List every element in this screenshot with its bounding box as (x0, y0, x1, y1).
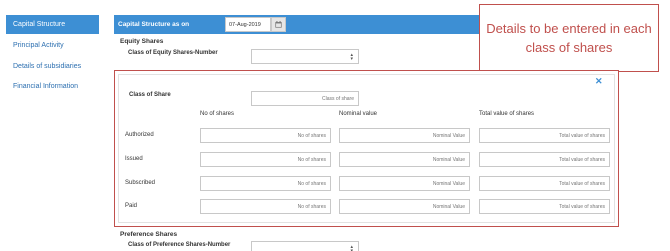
date-input[interactable] (225, 17, 271, 32)
calendar-icon (275, 21, 282, 28)
close-icon[interactable]: ✕ (595, 76, 603, 87)
number-spinner-icon[interactable]: ▴ ▾ (350, 53, 353, 62)
authorized-no-of-shares-input[interactable] (200, 128, 331, 143)
equity-class-number-input[interactable]: ▴ ▾ (251, 49, 359, 64)
column-header-no-of-shares: No of shares (200, 111, 235, 117)
issued-nominal-value-input[interactable] (339, 152, 470, 167)
equity-class-label: Class of Equity Shares-Number (128, 50, 218, 56)
column-header-nominal-value: Nominal value (339, 111, 378, 117)
paid-nominal-value-input[interactable] (339, 199, 470, 214)
header-title: Capital Structure as on (118, 21, 190, 28)
sidebar: Capital Structure Principal Activity Det… (0, 0, 106, 251)
paid-total-value-input[interactable] (479, 199, 610, 214)
preference-class-label: Class of Preference Shares-Number (128, 242, 231, 248)
paid-no-of-shares-input[interactable] (200, 199, 331, 214)
issued-total-value-input[interactable] (479, 152, 610, 167)
preference-class-number-input[interactable]: ▴ ▾ (251, 241, 359, 251)
sidebar-item-principal-activity[interactable]: Principal Activity (6, 36, 99, 55)
row-label-subscribed: Subscribed (125, 180, 156, 186)
subscribed-total-value-input[interactable] (479, 176, 610, 191)
issued-no-of-shares-input[interactable] (200, 152, 331, 167)
class-of-share-label: Class of Share (129, 92, 171, 98)
preference-shares-title: Preference Shares (120, 231, 178, 238)
sidebar-item-details-of-subsidiaries[interactable]: Details of subsidiaries (6, 57, 99, 76)
subscribed-no-of-shares-input[interactable] (200, 176, 331, 191)
row-label-authorized: Authorized (125, 132, 154, 138)
class-of-share-input[interactable] (251, 91, 359, 106)
row-label-issued: Issued (125, 156, 143, 162)
annotation-callout: Details to be entered in each class of s… (479, 4, 659, 72)
number-spinner-icon[interactable]: ▴ ▾ (350, 245, 353, 251)
sidebar-item-financial-information[interactable]: Financial Information (6, 77, 99, 96)
authorized-nominal-value-input[interactable] (339, 128, 470, 143)
equity-shares-title: Equity Shares (120, 38, 164, 45)
authorized-total-value-input[interactable] (479, 128, 610, 143)
row-label-paid: Paid (125, 203, 138, 209)
sidebar-item-capital-structure[interactable]: Capital Structure (6, 15, 99, 34)
share-class-modal: ✕ Class of Share No of shares Nominal va… (114, 70, 619, 227)
callout-text: Details to be entered in each class of s… (486, 21, 652, 55)
column-header-total-value: Total value of shares (479, 111, 535, 117)
calendar-button[interactable] (271, 17, 286, 32)
subscribed-nominal-value-input[interactable] (339, 176, 470, 191)
